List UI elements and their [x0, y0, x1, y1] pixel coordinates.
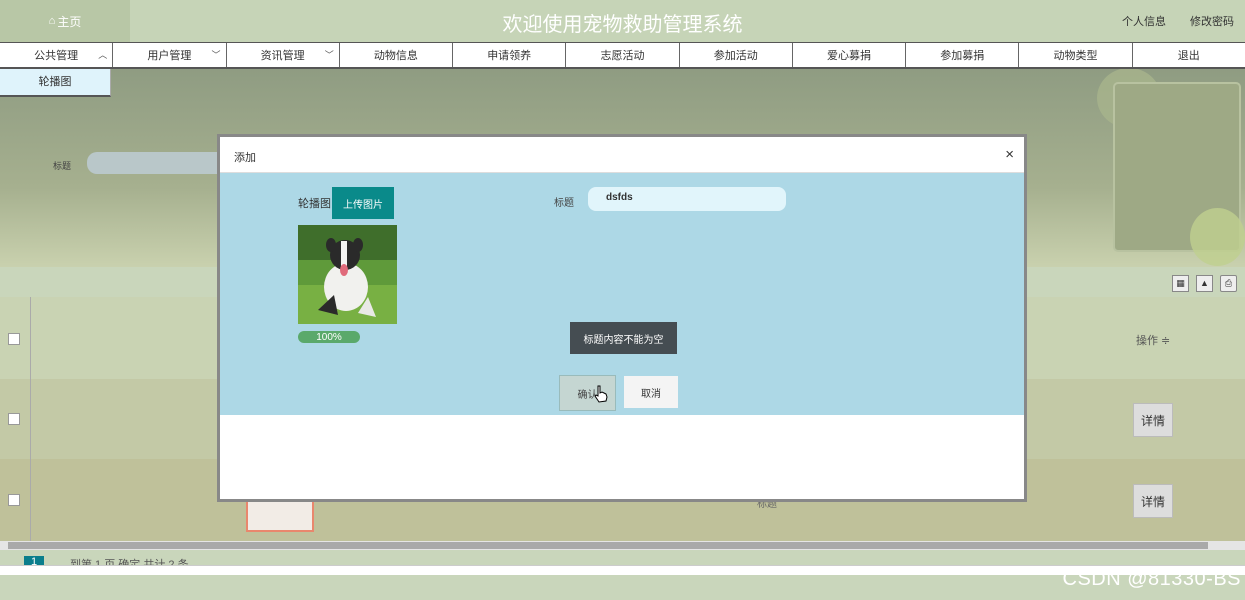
- nav-volunteer-activity[interactable]: 志愿活动: [566, 43, 680, 67]
- select-all-checkbox[interactable]: [8, 333, 20, 345]
- validation-toast: 标题内容不能为空: [570, 322, 677, 354]
- detail-button[interactable]: 详情: [1133, 484, 1173, 518]
- nav-news-management[interactable]: 资讯管理 ﹀: [227, 43, 340, 67]
- scrollbar-thumb[interactable]: [8, 542, 1208, 549]
- horizontal-scrollbar[interactable]: [0, 541, 1245, 550]
- export-icon[interactable]: ▲: [1196, 275, 1213, 292]
- title-input[interactable]: dsfds: [588, 187, 786, 211]
- detail-button[interactable]: 详情: [1133, 403, 1173, 437]
- decor-blob: [1190, 208, 1245, 266]
- chevron-down-icon: ﹀: [324, 50, 334, 60]
- chevron-down-icon: ﹀: [211, 50, 221, 60]
- dialog-header: 添加 ×: [220, 137, 1024, 173]
- print-icon[interactable]: ⎙: [1220, 275, 1237, 292]
- row-checkbox[interactable]: [8, 413, 20, 425]
- nav-animal-type[interactable]: 动物类型: [1019, 43, 1133, 67]
- hand-cursor-icon: [594, 385, 608, 406]
- grid-icon[interactable]: ▦: [1172, 275, 1189, 292]
- column-divider: [30, 297, 31, 541]
- carousel-image-label: 轮播图: [298, 198, 331, 210]
- main-nav: 公共管理 ︿ 用户管理 ﹀ 资讯管理 ﹀ 动物信息 申请领养 志愿活动 参加活动 爱心…: [0, 42, 1245, 69]
- dialog-title: 添加: [234, 152, 256, 164]
- search-title-input[interactable]: [87, 152, 227, 174]
- upload-image-button[interactable]: 上传图片: [332, 187, 394, 219]
- search-title-label: 标题: [53, 161, 72, 171]
- system-title: 欢迎使用宠物救助管理系统: [502, 14, 743, 36]
- operation-column-header[interactable]: 操作 ≑: [1136, 332, 1170, 348]
- nav-donation[interactable]: 爱心募捐: [793, 43, 907, 67]
- close-icon[interactable]: ×: [1005, 146, 1014, 163]
- row-thumbnail: [246, 500, 314, 532]
- nav-join-activity[interactable]: 参加活动: [680, 43, 793, 67]
- upload-progress-bar: 100%: [298, 331, 360, 343]
- dialog-body: 轮播图 上传图片 100% 标题 dsfds 标题内容不能为空 确认 取消: [220, 173, 1024, 415]
- page-number-button[interactable]: 1: [24, 556, 44, 565]
- submenu-carousel[interactable]: 轮播图: [0, 69, 111, 97]
- nav-adoption-apply[interactable]: 申请领养: [453, 43, 567, 67]
- watermark: CSDN @81330-BS: [1062, 568, 1241, 590]
- nav-logout[interactable]: 退出: [1133, 43, 1245, 67]
- cancel-button[interactable]: 取消: [624, 376, 678, 408]
- nav-public-management[interactable]: 公共管理 ︿: [0, 43, 114, 67]
- top-header: ⌂ 主页 欢迎使用宠物救助管理系统 个人信息 修改密码: [0, 0, 1245, 42]
- footer: [0, 575, 1245, 600]
- nav-join-donation[interactable]: 参加募捐: [906, 43, 1020, 67]
- add-dialog: 添加 × 轮播图 上传图片 100% 标题 dsfds 标题内容不能为空 确认: [217, 134, 1027, 502]
- nav-animal-info[interactable]: 动物信息: [340, 43, 454, 67]
- nav-user-management[interactable]: 用户管理 ﹀: [113, 43, 227, 67]
- profile-link[interactable]: 个人信息: [1122, 13, 1166, 29]
- row-checkbox[interactable]: [8, 494, 20, 506]
- chevron-up-icon: ︿: [98, 50, 108, 60]
- pagination: 1 到第 1 页 确定 共计 2 条: [0, 551, 1245, 565]
- pagination-text: 到第 1 页 确定 共计 2 条: [70, 559, 189, 565]
- uploaded-image-preview: [298, 225, 397, 324]
- title-field-label: 标题: [554, 198, 574, 209]
- change-password-link[interactable]: 修改密码: [1190, 13, 1234, 29]
